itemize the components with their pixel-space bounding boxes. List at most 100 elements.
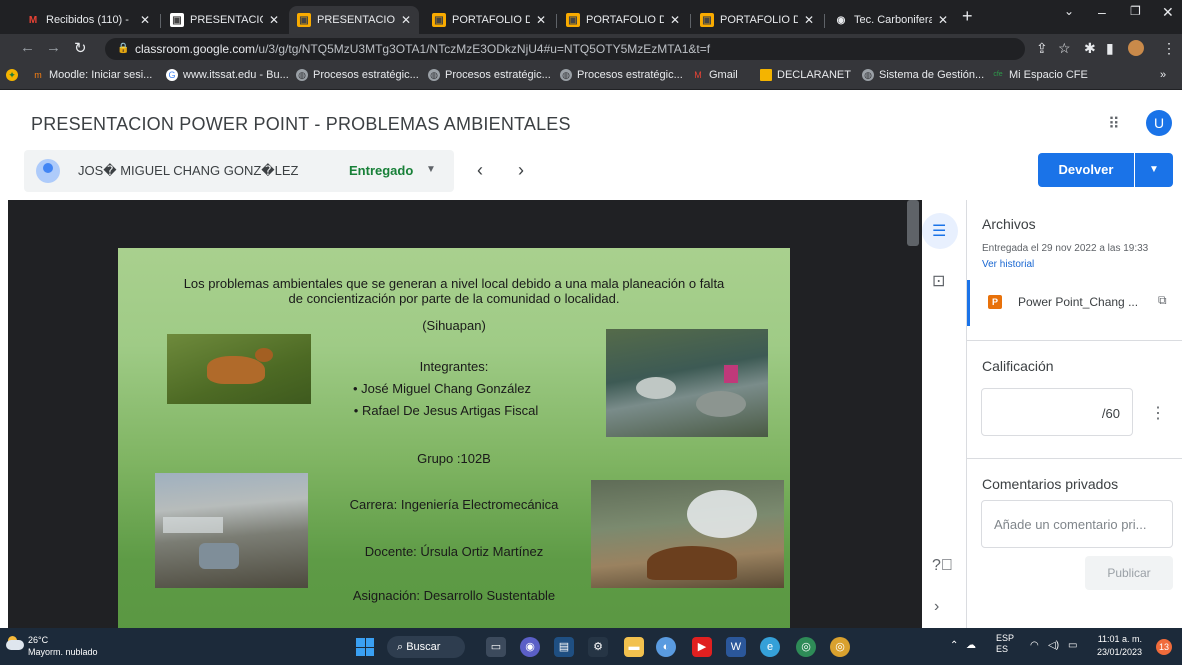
slide-teacher: Docente: Úrsula Ortiz Martínez xyxy=(364,544,544,559)
help-icon[interactable]: ?⃝ xyxy=(932,557,953,575)
files-list-icon[interactable]: ☰ xyxy=(932,221,946,241)
return-dropdown-icon[interactable]: ▼ xyxy=(1135,153,1173,187)
chevron-down-icon[interactable]: ▼ xyxy=(426,164,436,175)
close-window-icon[interactable]: ✕ xyxy=(1162,4,1174,21)
apps-shortcut-icon[interactable]: ✦ xyxy=(6,69,23,81)
page-title: PRESENTACION POWER POINT - PROBLEMAS AMB… xyxy=(31,114,571,134)
onedrive-icon[interactable]: ☁ xyxy=(966,640,976,651)
tab-presentacion-active[interactable]: ▣ PRESENTACION I ✕ xyxy=(289,6,419,34)
tab-portafolio-2[interactable]: ▣ PORTAFOLIO DE ✕ xyxy=(558,6,688,34)
collapse-panel-icon[interactable]: › xyxy=(934,598,939,616)
close-icon[interactable]: ✕ xyxy=(269,13,279,27)
chrome-canary-icon[interactable]: ◎ xyxy=(830,637,850,657)
student-selector[interactable]: JOS� MIGUEL CHANG GONZ�LEZ Entregado ▼ xyxy=(24,150,454,192)
bookmark-declaranet[interactable]: DECLARANET xyxy=(760,69,851,81)
windows-start-icon[interactable] xyxy=(356,638,374,656)
word-icon[interactable]: W xyxy=(726,637,746,657)
slide-group: Grupo :102B xyxy=(417,451,491,466)
weather-widget[interactable]: 26°C Mayorm. nublado xyxy=(28,634,98,658)
bookmark-procesos-2[interactable]: ◍ Procesos estratégic... xyxy=(428,69,551,81)
volume-icon[interactable]: ◁) xyxy=(1048,640,1059,651)
close-icon[interactable]: ✕ xyxy=(401,13,411,27)
globe-icon: ◍ xyxy=(862,69,874,81)
next-student-icon[interactable]: › xyxy=(518,160,524,181)
publish-button[interactable]: Publicar xyxy=(1085,556,1173,590)
viewer-scrollbar[interactable] xyxy=(907,200,919,246)
tab-portafolio-3[interactable]: ▣ PORTAFOLIO DE ✕ xyxy=(692,6,822,34)
language-indicator[interactable]: ESP ES xyxy=(996,633,1014,655)
youtube-icon[interactable]: ▶ xyxy=(692,637,712,657)
bookmark-procesos-1[interactable]: ◍ Procesos estratégic... xyxy=(296,69,419,81)
attached-file[interactable]: P Power Point_Chang ... ⧉ xyxy=(967,280,1182,326)
close-icon[interactable]: ✕ xyxy=(140,13,150,27)
forward-icon[interactable]: → xyxy=(46,39,61,56)
battery-icon[interactable]: ▭ xyxy=(1068,640,1077,651)
tab-presentacion-1[interactable]: ▣ PRESENTACION I ✕ xyxy=(162,6,287,34)
bookmark-cfe[interactable]: cfe Mi Espacio CFE xyxy=(992,69,1088,81)
grade-input[interactable]: /60 xyxy=(981,388,1133,436)
profile-icon[interactable] xyxy=(1128,40,1144,56)
bookmark-itssat[interactable]: Gwww.itssat.edu - Bu... xyxy=(166,69,289,81)
tab-gmail[interactable]: M Recibidos (110) - ✕ xyxy=(18,6,158,34)
open-external-icon[interactable]: ⧉ xyxy=(1158,293,1167,308)
edge-icon[interactable]: e xyxy=(760,637,780,657)
tab-label: PRESENTACION I xyxy=(317,14,395,26)
tab-label: PORTAFOLIO DE xyxy=(720,14,798,26)
slides-icon: ▣ xyxy=(566,13,580,27)
close-icon[interactable]: ✕ xyxy=(938,13,948,27)
sidepanel-icon[interactable]: ▮ xyxy=(1106,40,1114,57)
close-icon[interactable]: ✕ xyxy=(804,13,814,27)
previous-student-icon[interactable]: ‹ xyxy=(477,160,483,181)
bookmark-star-icon[interactable]: ☆ xyxy=(1058,40,1071,57)
files-heading: Archivos xyxy=(982,216,1036,232)
bookmark-moodle[interactable]: m Moodle: Iniciar sesi... xyxy=(32,69,152,81)
task-view-icon[interactable]: ▭ xyxy=(486,637,506,657)
restore-icon[interactable]: ❐ xyxy=(1130,4,1141,18)
address-bar[interactable]: 🔒 classroom.google.com/u/3/g/tg/NTQ5MzU3… xyxy=(105,38,1025,60)
menu-icon[interactable]: ⋮ xyxy=(1162,40,1176,57)
bookmark-sistema[interactable]: ◍ Sistema de Gestión... xyxy=(862,69,984,81)
chrome-icon[interactable]: ◎ xyxy=(796,637,816,657)
comment-icon[interactable]: ⊡ xyxy=(932,271,945,291)
more-options-icon[interactable]: ⋮ xyxy=(1150,403,1166,423)
more-bookmarks-icon[interactable]: » xyxy=(1160,69,1166,81)
private-comment-field[interactable]: Añade un comentario pri... xyxy=(981,500,1173,548)
bookmarks-bar: ✦ m Moodle: Iniciar sesi... Gwww.itssat.e… xyxy=(0,64,1182,90)
close-icon[interactable]: ✕ xyxy=(536,13,546,27)
file-name: Power Point_Chang ... xyxy=(1018,295,1139,309)
bookmark-gmail[interactable]: M Gmail xyxy=(692,69,737,81)
history-link[interactable]: Ver historial xyxy=(982,259,1034,270)
globe-icon: ◍ xyxy=(560,69,572,81)
file-explorer-icon[interactable]: ▬ xyxy=(624,637,644,657)
share-icon[interactable]: ⇪ xyxy=(1036,40,1048,57)
chat-icon[interactable]: ◉ xyxy=(520,637,540,657)
taskbar-search[interactable]: ⌕ Buscar xyxy=(387,636,465,658)
time: 11:01 a. m. xyxy=(1097,634,1143,644)
wifi-icon[interactable]: ◠ xyxy=(1030,640,1039,651)
tab-tec-carbonifera[interactable]: ◉ Tec. Carbonifera ✕ xyxy=(826,6,956,34)
tab-label: Tec. Carbonifera xyxy=(854,14,932,26)
reload-icon[interactable]: ↻ xyxy=(74,39,87,57)
store-icon[interactable]: ▤ xyxy=(554,637,574,657)
app-icon[interactable]: ◐ xyxy=(656,637,676,657)
avatar[interactable]: U xyxy=(1146,110,1172,136)
tab-search-icon[interactable]: ⌄ xyxy=(1064,4,1074,18)
notification-badge[interactable]: 13 xyxy=(1156,639,1172,655)
bookmark-procesos-3[interactable]: ◍ Procesos estratégic... xyxy=(560,69,683,81)
bookmark-label: Moodle: Iniciar sesi... xyxy=(49,69,153,81)
tab-portafolio-1[interactable]: ▣ PORTAFOLIO DE ✕ xyxy=(424,6,554,34)
tray-chevron-icon[interactable]: ⌃ xyxy=(950,640,958,651)
settings-icon[interactable]: ⚙ xyxy=(588,637,608,657)
new-tab-icon[interactable]: + xyxy=(962,6,973,27)
globe-icon: ◉ xyxy=(836,14,846,26)
minimize-icon[interactable]: – xyxy=(1098,4,1106,20)
back-icon[interactable]: ← xyxy=(20,39,35,56)
slides-icon: ▣ xyxy=(700,13,714,27)
bookmark-label: Procesos estratégic... xyxy=(577,69,683,81)
extensions-icon[interactable]: ✱ xyxy=(1084,40,1096,57)
apps-grid-icon[interactable]: ⠿ xyxy=(1108,114,1120,134)
gmail-icon: M xyxy=(28,14,38,26)
return-button[interactable]: Devolver xyxy=(1038,153,1134,187)
clock[interactable]: 11:01 a. m. 23/01/2023 xyxy=(1097,633,1142,659)
close-icon[interactable]: ✕ xyxy=(670,13,680,27)
